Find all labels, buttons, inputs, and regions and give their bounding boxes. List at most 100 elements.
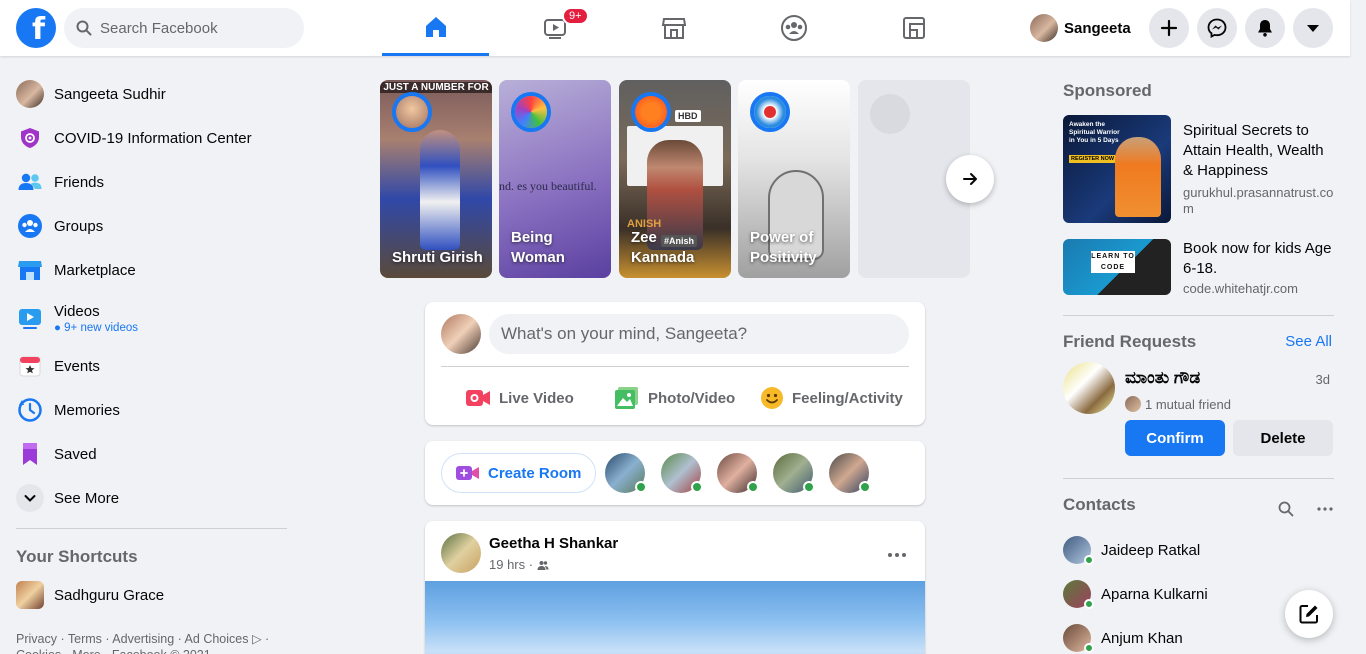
delete-button[interactable]: Delete xyxy=(1233,420,1333,456)
memories-clock-icon xyxy=(18,398,42,422)
sidebar-item-marketplace[interactable]: Marketplace xyxy=(8,248,288,292)
sidebar-item-groups[interactable]: Groups xyxy=(8,204,288,248)
feeling-activity-button[interactable]: Feeling/Activity xyxy=(760,378,903,418)
confirm-button[interactable]: Confirm xyxy=(1125,420,1225,456)
facebook-logo[interactable]: f xyxy=(16,8,56,48)
online-friend-avatar[interactable] xyxy=(773,453,815,493)
search-input[interactable] xyxy=(100,19,290,37)
story-overlay-text: nd. es you beautiful. xyxy=(499,179,597,193)
post-composer: Live Video Photo/Video Feeling/Activity xyxy=(425,302,925,425)
post-image[interactable] xyxy=(425,581,925,654)
caret-down-icon xyxy=(1307,25,1319,32)
avatar xyxy=(16,80,44,108)
story-tag: HBD xyxy=(675,110,701,122)
notifications-button[interactable] xyxy=(1245,8,1285,48)
story-avatar xyxy=(511,92,551,132)
photo-video-button[interactable]: Photo/Video xyxy=(614,378,735,418)
action-label: Live Video xyxy=(499,389,574,407)
story-name: Power of Positivity xyxy=(750,229,817,266)
sidebar-item-label: Sangeeta Sudhir xyxy=(54,85,166,103)
requester-avatar[interactable] xyxy=(1063,362,1115,414)
online-friend-avatar[interactable] xyxy=(717,453,759,493)
friends-icon xyxy=(18,173,42,190)
video-camera-plus-icon xyxy=(456,466,479,480)
see-all-link[interactable]: See All xyxy=(1285,333,1332,350)
whats-on-your-mind-input[interactable] xyxy=(489,314,909,354)
story-card[interactable]: nd. es you beautiful. Being Woman xyxy=(499,80,611,278)
live-video-button[interactable]: Live Video xyxy=(465,378,574,418)
sidebar-item-label: Events xyxy=(54,357,100,375)
footer-links[interactable]: Privacy · Terms · Advertising · Ad Choic… xyxy=(8,617,288,654)
mutual-friends-count[interactable]: 1 mutual friend xyxy=(1145,397,1231,412)
sidebar-item-covid[interactable]: COVID-19 Information Center xyxy=(8,116,288,160)
search-box[interactable] xyxy=(64,8,304,48)
sidebar-item-friends[interactable]: Friends xyxy=(8,160,288,204)
create-button[interactable] xyxy=(1149,8,1189,48)
requester-name[interactable]: ಮಾಂತು ಗೌಡ xyxy=(1125,368,1200,388)
contact-item[interactable]: Anjum Khan xyxy=(1063,618,1183,654)
sidebar-item-label: Marketplace xyxy=(54,261,136,279)
create-room-button[interactable]: Create Room xyxy=(441,453,597,493)
online-indicator xyxy=(1084,643,1094,653)
stories-next-button[interactable] xyxy=(946,155,994,203)
ad-image: Awaken the Spiritual Warrior in You in 5… xyxy=(1063,115,1171,223)
shortcut-label: Sadhguru Grace xyxy=(54,586,165,604)
bell-icon xyxy=(1258,20,1272,37)
plus-icon xyxy=(1160,19,1178,37)
story-name: Shruti Girish xyxy=(392,249,483,266)
post-author[interactable]: Geetha H Shankar xyxy=(489,535,618,552)
post-options-button[interactable] xyxy=(887,541,907,564)
sidebar-item-label: Groups xyxy=(54,217,104,235)
search-contacts-icon[interactable] xyxy=(1278,501,1294,517)
story-name: Being Woman xyxy=(511,229,565,266)
messenger-icon xyxy=(1207,18,1227,38)
sidebar-item-memories[interactable]: Memories xyxy=(8,388,288,432)
shortcut-item[interactable]: Sadhguru Grace xyxy=(8,573,288,617)
sidebar-item-label: See More xyxy=(54,489,120,507)
online-friend-avatar[interactable] xyxy=(661,453,703,493)
avatar[interactable] xyxy=(441,533,481,573)
sidebar-item-events[interactable]: Events xyxy=(8,344,288,388)
rooms-bar: Create Room xyxy=(425,441,925,505)
story-card[interactable]: JUST A NUMBER FOR Shruti Girish xyxy=(380,80,492,278)
new-message-button[interactable] xyxy=(1285,590,1333,638)
sidebar-item-see-more[interactable]: See More xyxy=(8,476,288,520)
contact-item[interactable]: Aparna Kulkarni xyxy=(1063,574,1208,614)
tab-gaming[interactable] xyxy=(860,0,967,56)
sidebar-item-label: Videos xyxy=(54,302,100,320)
tab-home[interactable] xyxy=(382,0,489,56)
sidebar-item-saved[interactable]: Saved xyxy=(8,432,288,476)
online-friend-avatar[interactable] xyxy=(829,453,871,493)
sidebar-item-label: Saved xyxy=(54,445,97,463)
account-menu-button[interactable] xyxy=(1293,8,1333,48)
post-timestamp[interactable]: 19 hrs · xyxy=(489,557,533,572)
right-sidebar: Sponsored Awaken the Spiritual Warrior i… xyxy=(1055,70,1342,653)
tab-marketplace[interactable] xyxy=(620,0,727,56)
online-indicator xyxy=(747,481,759,493)
online-indicator xyxy=(1084,599,1094,609)
ad-image-text: LEARN TO CODE xyxy=(1091,251,1135,273)
events-icon xyxy=(19,356,41,377)
contacts-options-icon[interactable] xyxy=(1317,507,1333,511)
action-label: Photo/Video xyxy=(648,389,736,407)
mutual-friend-avatar xyxy=(1125,396,1141,412)
friend-requests-section: Friend Requests See All ಮಾಂತು ಗೌಡ 3d 1 m… xyxy=(1055,316,1342,478)
sponsored-ad[interactable]: LEARN TO CODE Book now for kids Age 6-18… xyxy=(1055,239,1342,299)
tab-groups[interactable] xyxy=(740,0,847,56)
sponsored-ad[interactable]: Awaken the Spiritual Warrior in You in 5… xyxy=(1055,115,1342,227)
story-card[interactable]: Power of Positivity xyxy=(738,80,850,278)
page-scrollbar[interactable] xyxy=(1350,0,1366,654)
story-card[interactable]: HBD ANISH #Anish Zee Kannada xyxy=(619,80,731,278)
groups-circle-icon xyxy=(780,15,807,41)
contact-item[interactable]: Jaideep Ratkal xyxy=(1063,530,1200,570)
sidebar-item-profile[interactable]: Sangeeta Sudhir xyxy=(8,72,288,116)
sidebar-item-videos[interactable]: Videos ● 9+ new videos xyxy=(8,292,288,344)
tab-watch[interactable]: 9+ xyxy=(501,0,608,56)
profile-shortcut[interactable]: Sangeeta xyxy=(1030,12,1131,44)
messenger-button[interactable] xyxy=(1197,8,1237,48)
friend-requests-heading: Friend Requests xyxy=(1063,332,1197,351)
create-room-label: Create Room xyxy=(488,464,582,482)
online-friend-avatar[interactable] xyxy=(605,453,647,493)
ad-figure xyxy=(1115,137,1161,217)
story-avatar xyxy=(631,92,671,132)
